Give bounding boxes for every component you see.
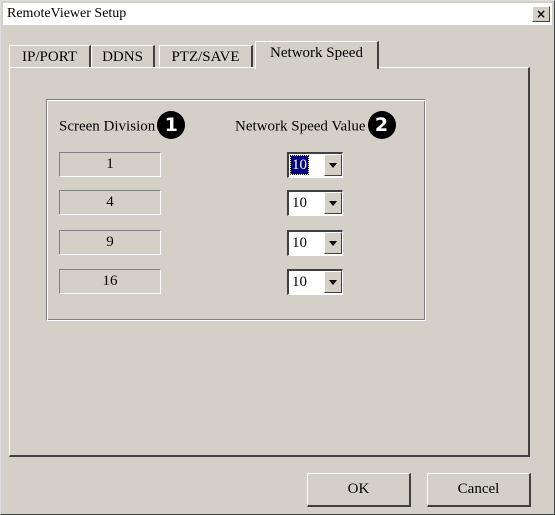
network-speed-select[interactable]: 10 [287,152,343,178]
close-icon: × [535,7,547,21]
screen-division-header-text: Screen Division [59,118,156,135]
tab-ptz-save[interactable]: PTZ/SAVE [159,45,253,67]
chevron-down-icon[interactable] [324,192,342,214]
chevron-down-icon[interactable] [324,271,342,293]
network-speed-value-header: Network Speed Value 2 [235,111,396,141]
screen-division-header: Screen Division 1 [59,111,186,141]
close-button[interactable]: × [532,6,550,22]
number-one-badge: 1 [157,111,186,139]
window-title: RemoteViewer Setup [7,6,127,21]
cancel-button[interactable]: Cancel [427,473,531,507]
network-speed-group: Screen Division 1 Network Speed Value 2 1 … [46,99,426,321]
tab-label: PTZ/SAVE [171,49,240,65]
network-speed-select-value: 10 [292,195,307,211]
chevron-down-icon[interactable] [324,232,342,254]
screen-division-value: 16 [59,269,161,294]
network-speed-select-value: 10 [292,274,307,290]
chevron-down-icon[interactable] [324,154,342,176]
ok-button[interactable]: OK [307,473,411,507]
network-speed-panel: Screen Division 1 Network Speed Value 2 1 … [9,67,530,457]
tab-ddns[interactable]: DDNS [91,45,155,67]
tab-label: Network Speed [270,45,363,61]
screen-division-value: 4 [59,190,161,215]
tab-label: IP/PORT [22,49,77,65]
network-speed-select-value: 10 [292,235,307,251]
tab-ip-port[interactable]: IP/PORT [9,45,91,67]
tab-network-speed[interactable]: Network Speed [255,41,379,69]
network-speed-select[interactable]: 10 [287,190,343,216]
screen-division-value: 1 [59,152,161,177]
number-two-badge: 2 [367,111,396,139]
network-speed-select-value: 10 [290,155,309,175]
title-bar[interactable]: RemoteViewer Setup × [3,3,552,25]
network-speed-header-text: Network Speed Value [235,118,366,135]
tab-label: DDNS [102,49,143,65]
setup-dialog: RemoteViewer Setup × IP/PORT DDNS PTZ/SA… [0,0,555,515]
network-speed-select[interactable]: 10 [287,269,343,295]
screen-division-value: 9 [59,230,161,255]
network-speed-select[interactable]: 10 [287,230,343,256]
